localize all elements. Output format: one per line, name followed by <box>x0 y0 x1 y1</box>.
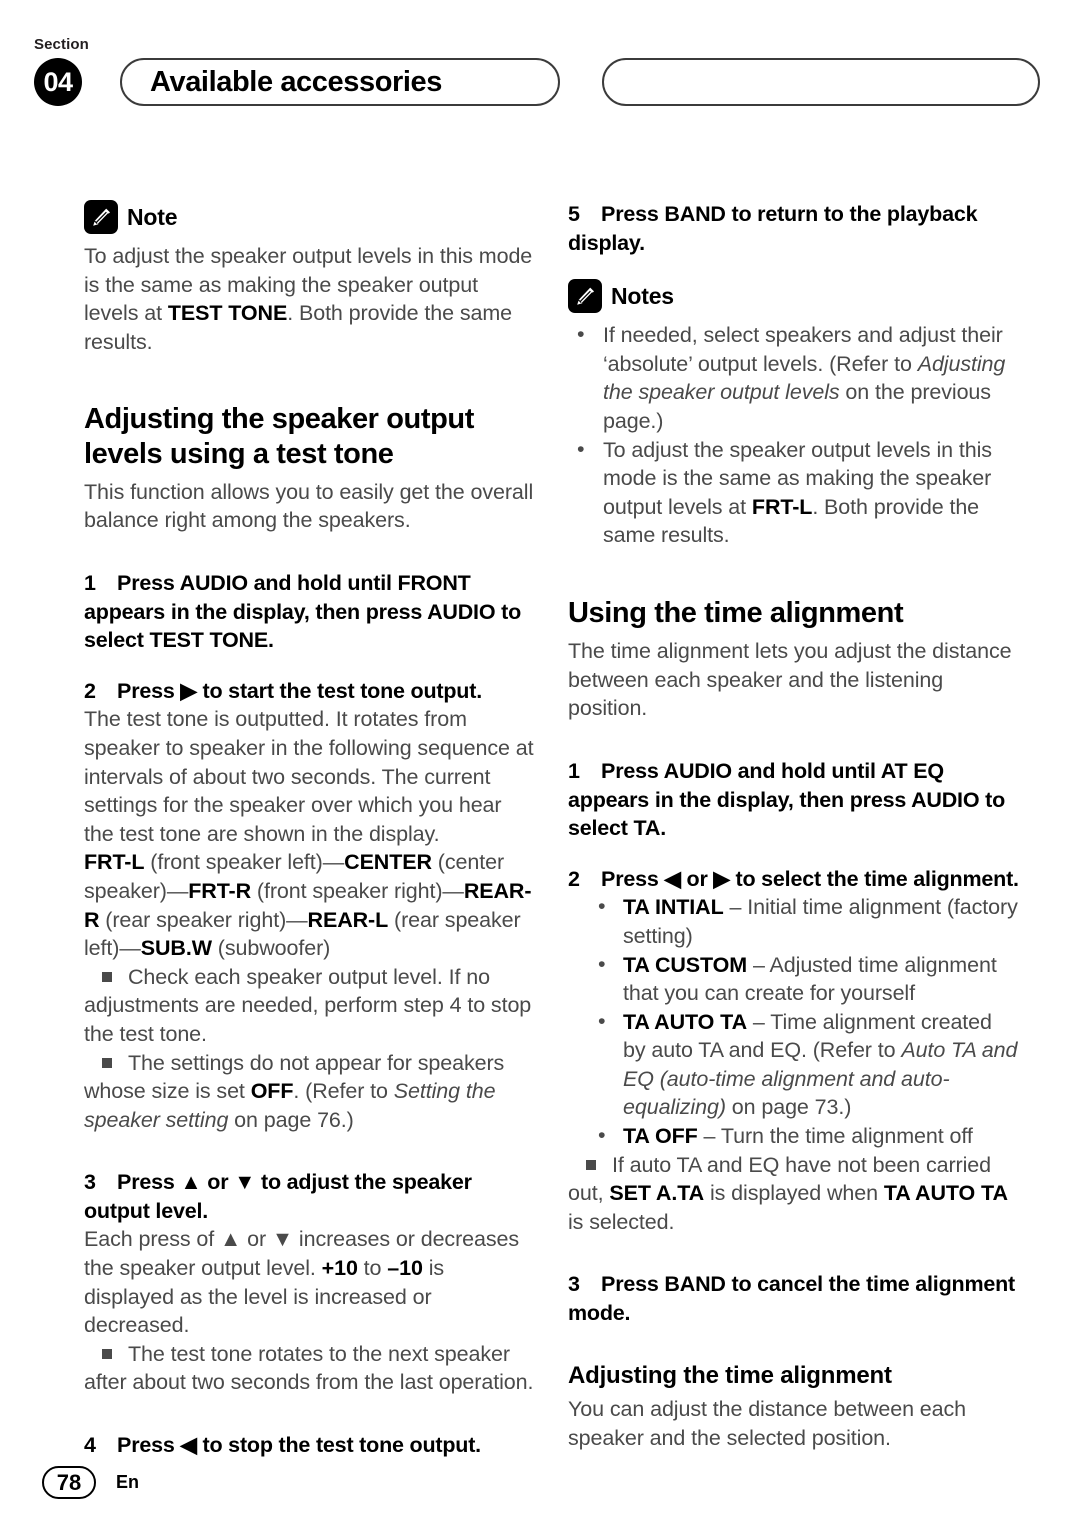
chapter-title: Available accessories <box>150 65 443 98</box>
section-label: Section <box>34 36 89 53</box>
notes-heading: Notes <box>568 279 1020 314</box>
subheading-body: You can adjust the distance between each… <box>568 1397 967 1451</box>
subheading-adjusting-time-alignment: Adjusting the time alignment <box>568 1361 892 1389</box>
pencil-icon <box>84 200 118 234</box>
page-header: Section 04 Available accessories <box>34 36 1046 106</box>
step-2-body: The test tone is outputted. It rotates f… <box>84 707 534 846</box>
square-bullet-icon <box>102 971 112 982</box>
section-intro-speaker-levels: This function allows you to easily get t… <box>84 479 534 533</box>
manual-page: Section 04 Available accessories Note To… <box>0 0 1080 1529</box>
step-4: 4 Press ◀ to stop the test tone output. <box>84 1433 481 1458</box>
list-item: To adjust the speaker output levels in t… <box>568 435 1020 550</box>
notes-list: If needed, select speakers and adjust th… <box>568 320 1020 550</box>
list-item: TA INTIAL – Initial time alignment (fact… <box>590 892 1020 950</box>
note-item-text: The settings do not appear for speakers … <box>84 1050 505 1132</box>
ta-step-1: 1 Press AUDIO and hold until AT EQ appea… <box>568 758 1006 841</box>
section-intro-time-alignment: The time alignment lets you adjust the d… <box>568 639 1012 721</box>
header-empty-pill <box>602 58 1040 106</box>
note-item: The test tone rotates to the next speake… <box>84 1340 536 1397</box>
page-number-badge: 78 <box>42 1466 96 1499</box>
left-column: Note To adjust the speaker output levels… <box>84 200 536 1460</box>
square-bullet-icon <box>102 1348 112 1359</box>
language-label: En <box>116 1472 140 1492</box>
note-body: To adjust the speaker output levels in t… <box>84 244 533 354</box>
notes-label: Notes <box>611 282 674 309</box>
list-item: TA OFF – Turn the time alignment off <box>590 1121 1020 1151</box>
list-item: If needed, select speakers and adjust th… <box>568 320 1020 435</box>
ta-step-3: 3 Press BAND to cancel the time alignmen… <box>568 1272 1016 1326</box>
note-item: The settings do not appear for speakers … <box>84 1049 536 1135</box>
square-bullet-icon <box>586 1159 596 1170</box>
note-item: Check each speaker output level. If no a… <box>84 963 536 1049</box>
step-3: 3 Press ▲ or ▼ to adjust the speaker out… <box>84 1170 472 1223</box>
list-item: TA CUSTOM – Adjusted time alignment that… <box>590 949 1020 1008</box>
square-bullet-icon <box>102 1057 112 1068</box>
note-label: Note <box>127 203 178 230</box>
step-2: 2 Press ▶ to start the test tone output. <box>84 678 482 703</box>
note-item-text: Check each speaker output level. If no a… <box>84 964 532 1046</box>
note-heading: Note <box>84 200 536 234</box>
right-column: 5 Press BAND to return to the playback d… <box>568 200 1020 1453</box>
step-1: 1 Press AUDIO and hold until FRONT appea… <box>84 571 522 653</box>
note-item: If auto TA and EQ have not been carried … <box>568 1151 1020 1237</box>
speaker-sequence: FRT-L (front speaker left)—CENTER (cente… <box>84 850 532 961</box>
time-alignment-options: TA INTIAL – Initial time alignment (fact… <box>568 892 1020 1151</box>
list-item: TA AUTO TA – Time alignment created by a… <box>590 1007 1020 1122</box>
note-item-text: If auto TA and EQ have not been carried … <box>568 1152 1008 1234</box>
page-footer: 78 En <box>42 1466 139 1499</box>
step-3-body: Each press of ▲ or ▼ increases or decrea… <box>84 1227 520 1338</box>
ta-step-2: 2 Press ◀ or ▶ to select the time alignm… <box>568 866 1019 891</box>
note-item-text: The test tone rotates to the next speake… <box>84 1341 534 1395</box>
pencil-icon <box>568 279 602 314</box>
step-5: 5 Press BAND to return to the playback d… <box>568 202 978 255</box>
section-heading-time-alignment: Using the time alignment <box>568 596 904 629</box>
section-number-badge: 04 <box>34 58 82 106</box>
section-heading-speaker-levels: Adjusting the speaker output levels usin… <box>84 403 474 470</box>
